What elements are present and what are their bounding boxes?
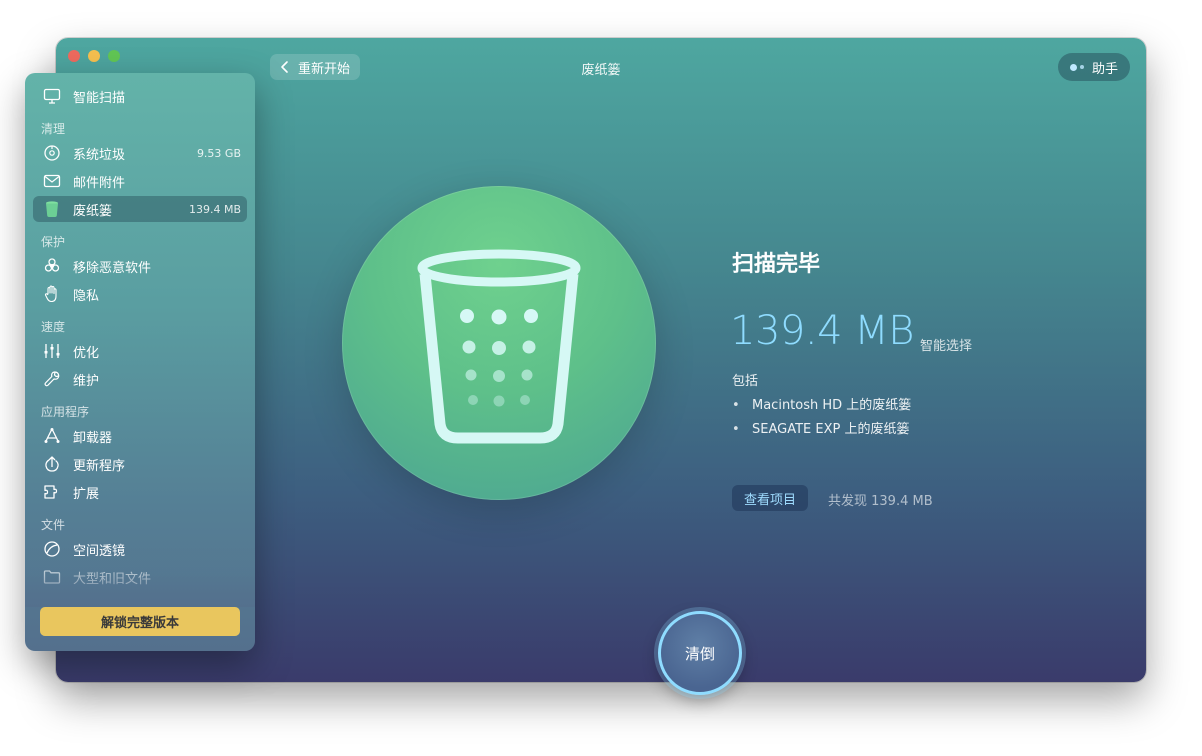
found-total-text: 共发现 139.4 MB [828,494,933,509]
sidebar-item-label: 维护 [73,373,100,389]
sidebar-item-space-lens[interactable]: 空间透镜 [33,536,247,562]
sidebar-item-mail-attachments[interactable]: 邮件附件 [33,168,247,194]
unlock-full-version-button[interactable]: 解锁完整版本 [40,607,240,636]
hand-icon [43,285,61,303]
close-window-button[interactable] [68,50,80,62]
sidebar-item-label: 隐私 [73,288,100,304]
section-applications: 应用程序 [41,405,90,419]
biohazard-icon [43,257,61,275]
uninstaller-icon [43,427,61,445]
scan-complete-title: 扫描完毕 [732,252,821,277]
monitor-icon [43,87,61,105]
bullet: • [732,398,740,413]
sidebar-scroll-fade [25,573,255,607]
includes-list: • Macintosh HD 上的废纸篓 • SEAGATE EXP 上的废纸篓 [732,394,911,442]
assistant-label: 助手 [1091,61,1118,77]
view-items-button[interactable]: 查看项目 [732,485,809,511]
sidebar-item-label: 更新程序 [73,458,126,474]
sidebar-item-label: 扩展 [73,486,100,502]
sidebar-item-label: 空间透镜 [73,543,126,559]
smart-select-label: 智能选择 [920,339,973,354]
assistant-button[interactable]: 助手 [1057,53,1130,81]
lens-icon [43,540,61,558]
sidebar-item-optimization[interactable]: 优化 [33,338,247,364]
empty-trash-button[interactable]: 清倒 [658,611,742,695]
mail-icon [43,172,61,190]
sidebar-item-label: 智能扫描 [73,90,126,106]
sidebar-item-label: 邮件附件 [73,175,126,191]
sidebar-item-updater[interactable]: 更新程序 [33,451,247,477]
trash-size-value: 139.4 MB [730,308,914,354]
sidebar-item-trash[interactable]: 废纸篓 139.4 MB [33,196,247,222]
sidebar-item-label: 卸载器 [73,430,113,446]
list-item: • Macintosh HD 上的废纸篓 [732,394,911,418]
disk-icon [43,144,61,162]
sidebar-item-extensions[interactable]: 扩展 [33,479,247,505]
sidebar-item-label: 优化 [73,345,100,361]
trash-hero-illustration [342,186,656,500]
sidebar-item-malware-removal[interactable]: 移除恶意软件 [33,253,247,279]
sidebar-item-value: 139.4 MB [188,202,241,216]
update-icon [43,455,61,473]
sliders-icon [43,342,61,360]
minimize-window-button[interactable] [88,50,100,62]
window-controls [68,50,120,62]
sidebar-item-label: 移除恶意软件 [73,260,152,276]
sidebar-item-maintenance[interactable]: 维护 [33,366,247,392]
includes-label: 包括 [732,374,759,389]
sidebar: 智能扫描 清理 系统垃圾 9.53 GB 邮件附件 废纸篓 139.4 MB 保… [25,73,255,651]
list-item: • SEAGATE EXP 上的废纸篓 [732,418,911,442]
assistant-icon [1069,63,1084,71]
section-protect: 保护 [41,235,66,249]
include-macintosh-hd: Macintosh HD 上的废纸篓 [752,398,912,413]
extension-icon [43,483,61,501]
sidebar-item-value: 9.53 GB [196,146,241,160]
sidebar-item-smart-scan[interactable]: 智能扫描 [33,83,247,109]
sidebar-item-privacy[interactable]: 隐私 [33,281,247,307]
trash-bin-icon [417,249,581,444]
sidebar-item-label: 废纸篓 [73,203,113,219]
section-clean: 清理 [41,122,66,136]
wrench-icon [43,370,61,388]
section-speed: 速度 [41,320,66,334]
section-files: 文件 [41,518,66,532]
zoom-window-button[interactable] [108,50,120,62]
trash-icon [43,200,61,218]
sidebar-item-system-junk[interactable]: 系统垃圾 9.53 GB [33,140,247,166]
sidebar-item-label: 系统垃圾 [73,147,126,163]
sidebar-item-uninstaller[interactable]: 卸载器 [33,423,247,449]
bullet: • [732,422,740,437]
include-seagate-exp: SEAGATE EXP 上的废纸篓 [752,422,910,437]
